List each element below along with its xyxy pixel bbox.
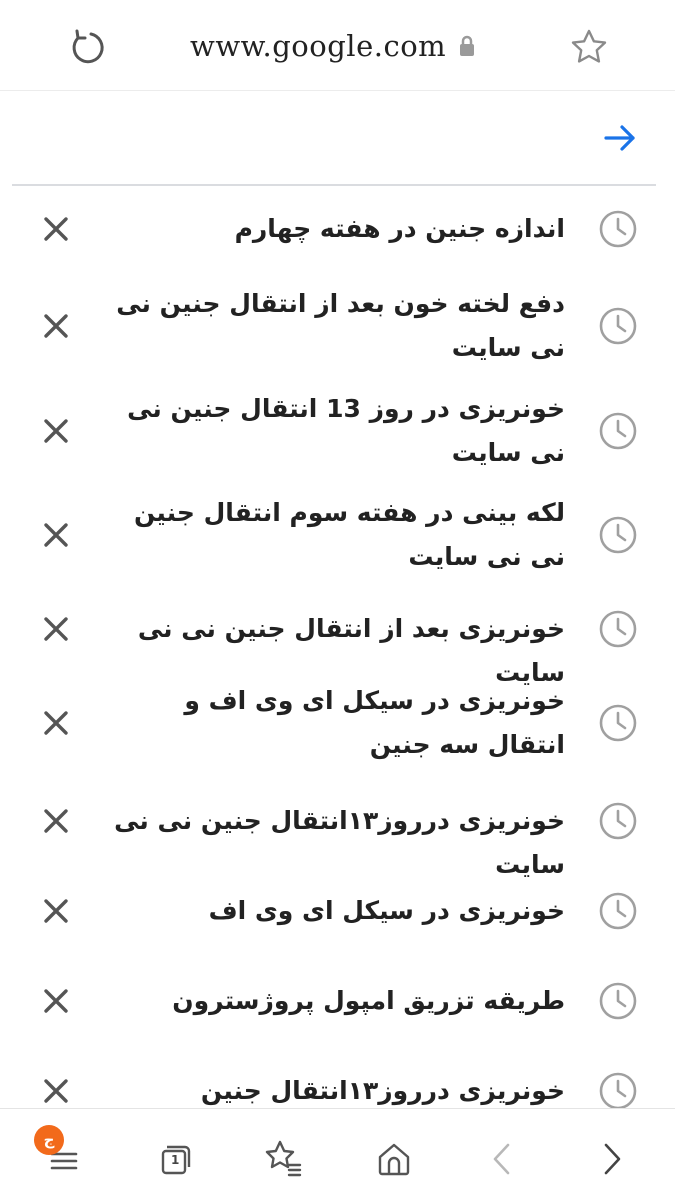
history-clock-icon bbox=[596, 513, 640, 557]
bottom-nav: ج 1 bbox=[0, 1108, 675, 1201]
history-item[interactable]: خونریزی در سیکل ای وی اف و انتقال سه جنی… bbox=[0, 670, 675, 776]
search-input[interactable] bbox=[12, 92, 656, 186]
forward-icon bbox=[604, 1143, 621, 1175]
history-item[interactable]: خونریزی در سیکل ای وی اف bbox=[0, 866, 675, 956]
url-text: www.google.com bbox=[190, 29, 447, 63]
delete-history-button[interactable] bbox=[30, 1065, 82, 1108]
delete-history-button[interactable] bbox=[30, 697, 82, 749]
delete-history-button[interactable] bbox=[30, 300, 82, 352]
arrow-right-icon bbox=[604, 125, 635, 151]
back-icon bbox=[493, 1143, 510, 1175]
lock-icon bbox=[460, 35, 475, 56]
history-item-text: لکه بینی در هفته سوم انتقال جنین نی نی س… bbox=[133, 498, 565, 571]
close-icon bbox=[44, 899, 68, 923]
url-field[interactable]: www.google.com bbox=[190, 24, 476, 68]
history-item[interactable]: خونریزی درروز۱۳انتقال جنین bbox=[0, 1046, 675, 1108]
history-item-text: خونریزی درروز۱۳انتقال جنین bbox=[200, 1076, 565, 1105]
reload-button[interactable] bbox=[62, 22, 112, 72]
history-clock-icon bbox=[596, 889, 640, 933]
close-icon bbox=[44, 711, 68, 735]
notification-badge: ج bbox=[34, 1125, 64, 1155]
close-icon bbox=[44, 989, 68, 1013]
close-icon bbox=[44, 809, 68, 833]
close-icon bbox=[44, 1079, 68, 1103]
history-item-text: خونریزی در سیکل ای وی اف و انتقال سه جنی… bbox=[184, 686, 565, 759]
history-list: اندازه جنین در هفته چهارم دفع لخته خون بع… bbox=[0, 186, 675, 1108]
back-button[interactable] bbox=[474, 1131, 530, 1187]
close-icon bbox=[44, 419, 68, 443]
close-icon bbox=[44, 314, 68, 338]
history-clock-icon bbox=[596, 979, 640, 1023]
tabs-button[interactable]: 1 bbox=[146, 1131, 202, 1187]
star-icon bbox=[571, 29, 607, 63]
close-icon bbox=[44, 523, 68, 547]
delete-history-button[interactable] bbox=[30, 405, 82, 457]
history-clock-icon bbox=[596, 207, 640, 251]
history-item-text: خونریزی در سیکل ای وی اف bbox=[208, 896, 565, 925]
history-item[interactable]: لکه بینی در هفته سوم انتقال جنین نی نی س… bbox=[0, 482, 675, 588]
history-item[interactable]: خونریزی در روز 13 انتقال جنین نی نی سایت bbox=[0, 380, 675, 482]
bookmark-button[interactable] bbox=[563, 22, 615, 72]
history-item[interactable]: طریقه تزریق امپول پروژسترون bbox=[0, 956, 675, 1046]
home-icon bbox=[378, 1143, 410, 1176]
history-item-text: طریقه تزریق امپول پروژسترون bbox=[172, 986, 565, 1015]
bookmarks-icon bbox=[265, 1140, 302, 1177]
history-clock-icon bbox=[596, 409, 640, 453]
history-clock-icon bbox=[596, 304, 640, 348]
history-item[interactable]: دفع لخته خون بعد از انتقال جنین نی نی سا… bbox=[0, 272, 675, 380]
forward-button[interactable] bbox=[584, 1131, 640, 1187]
history-item[interactable]: خونریزی درروز۱۳انتقال جنین نی نی سایت bbox=[0, 776, 675, 879]
history-item[interactable]: اندازه جنین در هفته چهارم bbox=[0, 186, 675, 272]
history-item-text: اندازه جنین در هفته چهارم bbox=[234, 214, 565, 243]
reload-icon bbox=[72, 29, 104, 64]
history-clock-icon bbox=[596, 799, 640, 843]
close-icon bbox=[44, 617, 68, 641]
delete-history-button[interactable] bbox=[30, 603, 82, 655]
address-bar: www.google.com bbox=[0, 0, 675, 91]
tab-count: 1 bbox=[171, 1153, 180, 1167]
go-button[interactable] bbox=[598, 116, 642, 160]
history-item[interactable]: خونریزی بعد از انتقال جنین نی نی سایت bbox=[0, 588, 675, 687]
history-item-text: دفع لخته خون بعد از انتقال جنین نی نی سا… bbox=[116, 289, 565, 362]
history-item-text: خونریزی در روز 13 انتقال جنین نی نی سایت bbox=[127, 394, 565, 467]
history-clock-icon bbox=[596, 607, 640, 651]
delete-history-button[interactable] bbox=[30, 203, 82, 255]
close-icon bbox=[44, 217, 68, 241]
history-clock-icon bbox=[596, 701, 640, 745]
delete-history-button[interactable] bbox=[30, 975, 82, 1027]
bookmarks-button[interactable] bbox=[256, 1131, 312, 1187]
home-button[interactable] bbox=[366, 1131, 422, 1187]
delete-history-button[interactable] bbox=[30, 795, 82, 847]
history-clock-icon bbox=[596, 1069, 640, 1108]
delete-history-button[interactable] bbox=[30, 885, 82, 937]
delete-history-button[interactable] bbox=[30, 509, 82, 561]
